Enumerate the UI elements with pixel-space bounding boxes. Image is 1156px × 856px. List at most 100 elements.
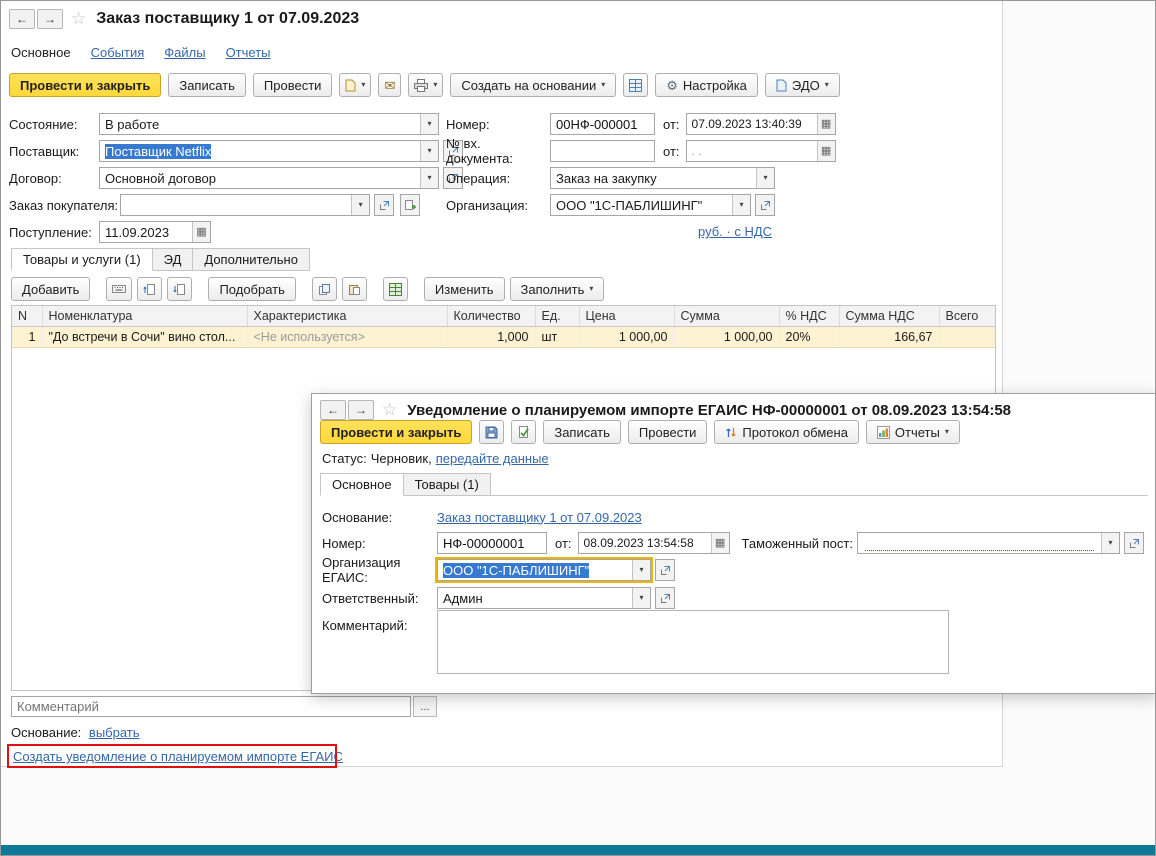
open-button[interactable] — [374, 194, 395, 216]
cell-characteristic[interactable]: <Не используется> — [247, 326, 448, 348]
operation-combobox[interactable]: Заказ на закупку ▾ — [550, 167, 775, 189]
send-email-button[interactable]: ✉ — [378, 73, 402, 97]
dropdown-button[interactable]: ▾ — [420, 168, 438, 188]
col-header-vat-percent[interactable]: % НДС — [779, 306, 840, 327]
col-header-total[interactable]: Всего — [939, 306, 995, 327]
create-egais-notification-link[interactable]: Создать уведомление о планируемом импорт… — [13, 749, 343, 764]
add-row-button[interactable]: Добавить — [11, 277, 91, 301]
post-and-close-button[interactable]: Провести и закрыть — [320, 420, 473, 444]
tab-goods-services[interactable]: Товары и услуги (1) — [11, 248, 153, 271]
row-up-button[interactable] — [137, 277, 163, 301]
send-data-link[interactable]: передайте данные — [436, 451, 549, 466]
calendar-button[interactable]: ▦ — [816, 114, 835, 134]
dropdown-button[interactable]: ▾ — [1101, 533, 1119, 553]
back-button[interactable]: ← — [9, 9, 35, 29]
comment-expand-button[interactable]: ... — [413, 696, 437, 717]
pick-items-button[interactable]: Подобрать — [208, 277, 296, 301]
supplier-combobox[interactable]: Поставщик Netflix ▾ — [99, 140, 439, 162]
cell-unit[interactable]: шт — [535, 326, 580, 348]
currency-vat-link[interactable]: руб. · с НДС — [698, 224, 772, 239]
incoming-date-field[interactable]: . . ▦ — [685, 140, 836, 162]
load-from-file-button[interactable] — [382, 277, 408, 301]
dropdown-button[interactable]: ▾ — [351, 195, 370, 215]
save-icon-button[interactable] — [479, 420, 505, 444]
basis-document-link[interactable]: Заказ поставщику 1 от 07.09.2023 — [437, 510, 642, 525]
paste-rows-button[interactable] — [341, 277, 367, 301]
fill-button[interactable]: Заполнить ▾ — [509, 277, 605, 301]
responsible-combobox[interactable]: Админ ▾ — [437, 587, 651, 609]
cell-vat-percent[interactable]: 20% — [779, 326, 840, 348]
attach-file-button[interactable]: ▾ — [339, 73, 372, 97]
nav-tab-reports[interactable]: Отчеты — [226, 45, 271, 60]
cell-nomenclature[interactable]: "До встречи в Сочи" вино стол... — [42, 326, 248, 348]
favorite-star-icon[interactable]: ☆ — [71, 9, 86, 29]
print-button[interactable]: ▾ — [408, 73, 444, 97]
organization-combobox[interactable]: ООО "1С-ПАБЛИШИНГ" ▾ — [550, 194, 751, 216]
post-and-close-button[interactable]: Провести и закрыть — [9, 73, 162, 97]
dropdown-button[interactable]: ▾ — [632, 588, 650, 608]
edo-button[interactable]: ЭДО ▾ — [764, 73, 840, 97]
col-header-vat-sum[interactable]: Сумма НДС — [839, 306, 940, 327]
col-header-quantity[interactable]: Количество — [447, 306, 536, 327]
calendar-button[interactable]: ▦ — [192, 222, 210, 242]
back-button[interactable]: ← — [320, 400, 346, 420]
tab-main[interactable]: Основное — [320, 473, 404, 496]
open-button[interactable] — [755, 194, 775, 216]
col-header-sum[interactable]: Сумма — [674, 306, 780, 327]
cell-sum[interactable]: 1 000,00 — [674, 326, 780, 348]
dropdown-button[interactable]: ▾ — [732, 195, 750, 215]
customer-order-combobox[interactable]: ▾ — [120, 194, 371, 216]
number-input[interactable] — [550, 113, 655, 135]
calendar-button[interactable]: ▦ — [710, 533, 729, 553]
tab-additional[interactable]: Дополнительно — [192, 248, 310, 271]
open-button[interactable] — [655, 559, 675, 581]
related-documents-button[interactable] — [623, 73, 649, 97]
post-icon-button[interactable] — [511, 420, 537, 444]
post-button[interactable]: Провести — [252, 73, 333, 97]
cell-price[interactable]: 1 000,00 — [579, 326, 675, 348]
dropdown-button[interactable]: ▾ — [420, 141, 438, 161]
nav-tab-events[interactable]: События — [91, 45, 145, 60]
egais-organization-combobox[interactable]: ООО "1С-ПАБЛИШИНГ" ▾ — [435, 557, 653, 583]
contract-combobox[interactable]: Основной договор ▾ — [99, 167, 439, 189]
create-based-on-button[interactable]: Создать на основании ▾ — [450, 73, 617, 97]
state-combobox[interactable]: В работе ▾ — [99, 113, 439, 135]
dropdown-button[interactable]: ▾ — [756, 168, 774, 188]
open-button[interactable] — [655, 587, 675, 609]
dropdown-button[interactable]: ▾ — [420, 114, 438, 134]
forward-button[interactable]: → — [348, 400, 374, 420]
exchange-protocol-button[interactable]: Протокол обмена — [714, 420, 859, 444]
cell-total[interactable] — [939, 326, 995, 348]
save-button[interactable]: Записать — [168, 73, 246, 97]
post-button[interactable]: Провести — [627, 420, 708, 444]
settings-button[interactable]: ⚙ Настройка — [655, 73, 758, 97]
reports-button[interactable]: Отчеты ▾ — [865, 420, 960, 444]
col-header-nomenclature[interactable]: Номенклатура — [42, 306, 248, 327]
customs-post-combobox[interactable]: ▾ — [856, 532, 1120, 554]
notification-date-field[interactable]: 08.09.2023 13:54:58 ▦ — [577, 532, 730, 554]
document-date-field[interactable]: 07.09.2023 13:40:39 ▦ — [685, 113, 836, 135]
favorite-star-icon[interactable]: ☆ — [382, 400, 397, 420]
number-input[interactable] — [437, 532, 547, 554]
save-button[interactable]: Записать — [543, 420, 621, 444]
dropdown-button[interactable]: ▾ — [632, 560, 650, 580]
tab-goods[interactable]: Товары (1) — [402, 473, 491, 496]
receipt-date-field[interactable]: 11.09.2023 ▦ — [99, 221, 211, 243]
tab-ed[interactable]: ЭД — [151, 248, 194, 271]
col-header-characteristic[interactable]: Характеристика — [247, 306, 448, 327]
edit-row-button[interactable]: Изменить — [423, 277, 505, 301]
cell-quantity[interactable]: 1,000 — [447, 326, 536, 348]
cell-vat-sum[interactable]: 166,67 — [839, 326, 940, 348]
col-header-n[interactable]: N — [12, 306, 43, 327]
col-header-price[interactable]: Цена — [579, 306, 675, 327]
forward-button[interactable]: → — [37, 9, 63, 29]
table-row[interactable]: 1 "До встречи в Сочи" вино стол... <Не и… — [12, 326, 995, 348]
col-header-unit[interactable]: Ед. — [535, 306, 580, 327]
nav-tab-main[interactable]: Основное — [11, 45, 71, 60]
cell-n[interactable]: 1 — [12, 326, 43, 348]
fill-from-order-button[interactable] — [400, 194, 421, 216]
keyboard-input-button[interactable] — [106, 277, 133, 301]
open-button[interactable] — [1124, 532, 1144, 554]
nav-tab-files[interactable]: Файлы — [164, 45, 205, 60]
comment-input[interactable] — [11, 696, 411, 717]
